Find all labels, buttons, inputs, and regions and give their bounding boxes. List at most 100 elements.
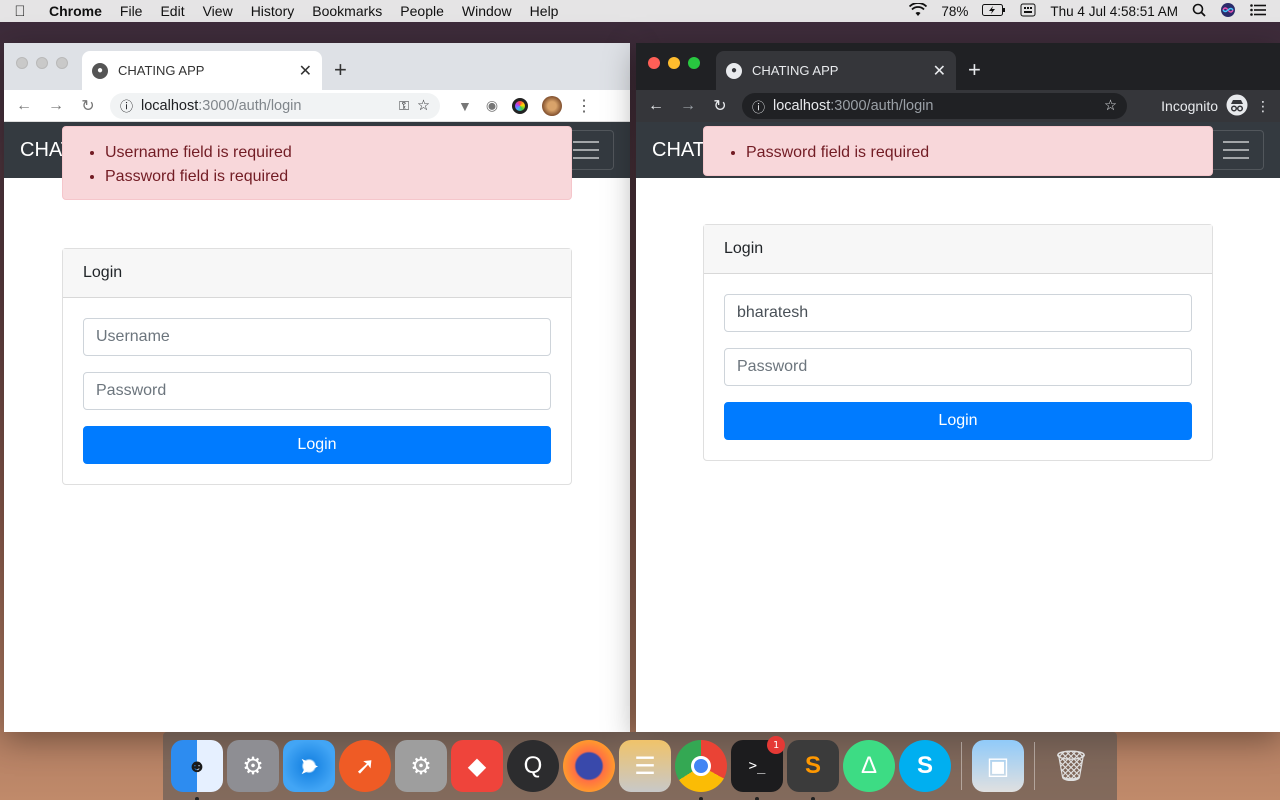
navbar-toggler-button[interactable] xyxy=(1208,130,1264,170)
skype-icon[interactable]: S xyxy=(899,740,951,792)
notification-center-icon[interactable] xyxy=(1250,3,1266,19)
menu-help[interactable]: Help xyxy=(521,3,568,19)
new-tab-button[interactable]: + xyxy=(334,57,347,83)
browser-window-right: ● CHATING APP ✕ + ← → ↻ ⓘ localhost:3000… xyxy=(636,43,1280,732)
disk-utility-icon[interactable]: ⚙ xyxy=(395,740,447,792)
close-tab-icon[interactable]: ✕ xyxy=(933,61,946,81)
menu-file[interactable]: File xyxy=(111,3,152,19)
anydesk-icon[interactable]: ◆ xyxy=(451,740,503,792)
info-icon[interactable]: ⓘ xyxy=(752,97,765,116)
info-icon[interactable]: ⓘ xyxy=(120,96,133,115)
page-content: CHATING APP Password field is required L… xyxy=(636,122,1280,461)
spotlight-search-icon[interactable] xyxy=(1192,3,1206,20)
password-input[interactable] xyxy=(83,372,551,410)
zoom-window-button[interactable] xyxy=(56,57,68,69)
browser-toolbar: ← → ↻ ⓘ localhost:3000/auth/login ⚿ ☆ ▼ … xyxy=(4,90,630,122)
menu-kebab-icon[interactable]: ⋮ xyxy=(1256,98,1270,115)
menu-bookmarks[interactable]: Bookmarks xyxy=(303,3,391,19)
menu-history[interactable]: History xyxy=(242,3,304,19)
minimize-window-button[interactable] xyxy=(36,57,48,69)
camera-icon[interactable]: ◉ xyxy=(486,97,498,114)
error-alert: Username field is required Password fiel… xyxy=(62,126,572,200)
key-icon[interactable]: ⚿ xyxy=(399,98,409,114)
sublime-text-icon[interactable]: S xyxy=(787,740,839,800)
apple-menu-icon[interactable]:  xyxy=(0,3,40,20)
forward-icon[interactable]: → xyxy=(678,97,698,115)
system-preferences-icon[interactable]: ⚙ xyxy=(227,740,279,792)
preview-icon[interactable]: ▣ xyxy=(972,740,1024,792)
username-input[interactable] xyxy=(724,294,1192,332)
address-bar[interactable]: ⓘ localhost:3000/auth/login ⚿ ☆ xyxy=(110,92,440,119)
bookmark-star-icon[interactable]: ☆ xyxy=(1104,98,1117,114)
tab-title: CHATING APP xyxy=(752,63,839,78)
keyboard-input-icon[interactable] xyxy=(1020,3,1036,20)
vue-devtools-icon[interactable]: ▼ xyxy=(458,98,472,114)
url-host: localhost xyxy=(141,97,199,114)
login-button[interactable]: Login xyxy=(724,402,1192,440)
url-path: :3000/auth/login xyxy=(198,97,302,114)
error-message: Password field is required xyxy=(746,141,1212,165)
tab-title: CHATING APP xyxy=(118,63,205,78)
error-message: Password field is required xyxy=(105,165,571,189)
login-card: Login Login xyxy=(703,224,1213,461)
error-alert: Password field is required xyxy=(703,126,1213,176)
error-message: Username field is required xyxy=(105,141,571,165)
menu-view[interactable]: View xyxy=(194,3,242,19)
back-icon[interactable]: ← xyxy=(14,97,34,115)
sequel-pro-icon[interactable]: ☰ xyxy=(619,740,671,792)
close-tab-icon[interactable]: ✕ xyxy=(299,61,312,81)
menu-kebab-icon[interactable]: ⋮ xyxy=(576,96,592,116)
color-picker-icon[interactable] xyxy=(512,97,529,114)
browser-toolbar: ← → ↻ ⓘ localhost:3000/auth/login ☆ Inco… xyxy=(636,90,1280,122)
quicktime-icon[interactable]: Q xyxy=(507,740,559,792)
menu-app-name[interactable]: Chrome xyxy=(40,3,111,19)
notification-badge: 1 xyxy=(767,736,785,754)
siri-icon[interactable] xyxy=(1220,2,1236,21)
new-tab-button[interactable]: + xyxy=(968,57,981,83)
card-body: Login xyxy=(63,298,571,484)
menu-edit[interactable]: Edit xyxy=(151,3,193,19)
android-studio-icon[interactable]: Δ xyxy=(843,740,895,792)
reload-icon[interactable]: ↻ xyxy=(710,96,730,116)
url-path: :3000/auth/login xyxy=(830,98,934,114)
password-input[interactable] xyxy=(724,348,1192,386)
card-header: Login xyxy=(704,225,1212,274)
back-icon[interactable]: ← xyxy=(646,97,666,115)
login-button[interactable]: Login xyxy=(83,426,551,464)
zoom-window-button[interactable] xyxy=(688,57,700,69)
dock-separator xyxy=(961,742,962,790)
address-bar[interactable]: ⓘ localhost:3000/auth/login ☆ xyxy=(742,93,1127,119)
clock[interactable]: Thu 4 Jul 4:58:51 AM xyxy=(1050,4,1178,19)
globe-icon: ● xyxy=(726,62,742,79)
reload-icon[interactable]: ↻ xyxy=(78,96,98,116)
trash-icon[interactable]: 🗑 xyxy=(1045,740,1097,792)
card-body: Login xyxy=(704,274,1212,460)
window-controls xyxy=(16,57,68,69)
terminal-icon[interactable]: >_ 1 xyxy=(731,736,785,800)
minimize-window-button[interactable] xyxy=(668,57,680,69)
close-window-button[interactable] xyxy=(16,57,28,69)
tab-chating-app[interactable]: ● CHATING APP ✕ xyxy=(82,51,322,90)
dock-separator xyxy=(1034,742,1035,790)
incognito-icon xyxy=(1226,94,1248,119)
menu-window[interactable]: Window xyxy=(453,3,521,19)
username-input[interactable] xyxy=(83,318,551,356)
incognito-indicator[interactable]: Incognito ⋮ xyxy=(1161,94,1270,119)
safari-icon[interactable]: ➤ xyxy=(283,740,335,792)
profile-avatar[interactable] xyxy=(542,95,563,116)
wifi-icon[interactable] xyxy=(909,1,928,20)
chrome-icon[interactable] xyxy=(675,740,727,800)
battery-icon[interactable] xyxy=(982,3,1006,19)
forward-icon[interactable]: → xyxy=(46,97,66,115)
postman-icon[interactable]: ➚ xyxy=(339,740,391,792)
menu-people[interactable]: People xyxy=(391,3,453,19)
tab-bar: ● CHATING APP ✕ + xyxy=(4,43,630,90)
window-controls xyxy=(648,57,700,69)
close-window-button[interactable] xyxy=(648,57,660,69)
bookmark-star-icon[interactable]: ☆ xyxy=(417,98,430,114)
firefox-icon[interactable] xyxy=(563,740,615,792)
card-header: Login xyxy=(63,249,571,298)
tab-bar: ● CHATING APP ✕ + xyxy=(636,43,1280,90)
tab-chating-app[interactable]: ● CHATING APP ✕ xyxy=(716,51,956,90)
finder-icon[interactable]: ☻ xyxy=(171,740,223,800)
